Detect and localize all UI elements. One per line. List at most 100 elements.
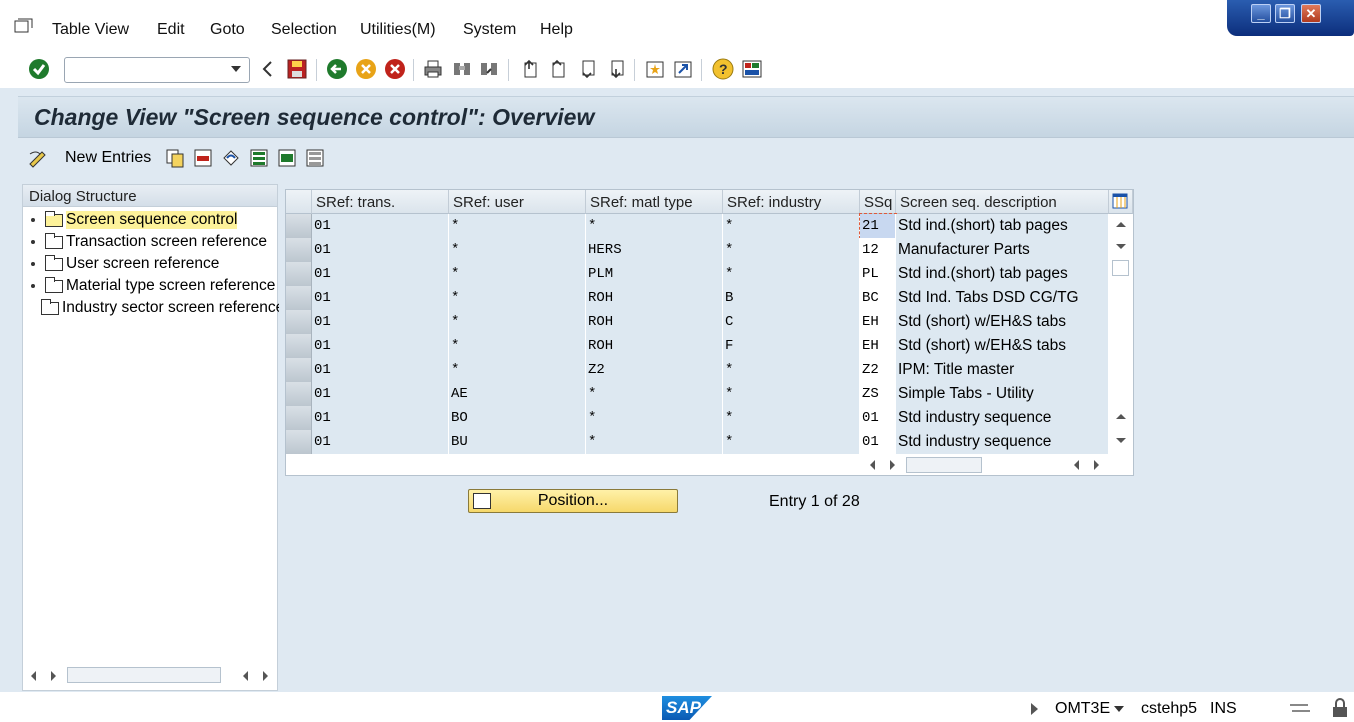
- table-horizontal-scrollbar[interactable]: [860, 454, 1110, 476]
- table-cell: Std (short) w/EH&S tabs: [896, 334, 1109, 358]
- table-cell[interactable]: ZS: [860, 382, 896, 406]
- menu-table-view[interactable]: Table View: [52, 21, 129, 39]
- scroll-right-icon[interactable]: [51, 671, 56, 681]
- table-cell[interactable]: 01: [860, 406, 896, 430]
- table-cell: BU: [449, 430, 586, 454]
- lock-icon[interactable]: [1330, 698, 1352, 718]
- table-cell[interactable]: 21: [859, 213, 897, 239]
- scroll-up-icon[interactable]: [1116, 222, 1126, 227]
- enter-icon[interactable]: [28, 58, 50, 80]
- row-selector[interactable]: [286, 334, 312, 358]
- tree-item-transaction-screen-reference[interactable]: Transaction screen reference: [31, 231, 279, 253]
- row-selector[interactable]: [286, 358, 312, 382]
- change-display-icon[interactable]: [28, 147, 50, 169]
- status-mode[interactable]: INS: [1210, 700, 1237, 718]
- back-arrow-icon[interactable]: [257, 58, 279, 80]
- exit-icon[interactable]: [355, 58, 377, 80]
- undo-change-icon[interactable]: [220, 147, 242, 169]
- row-selector[interactable]: [286, 382, 312, 406]
- menu-help[interactable]: Help: [540, 21, 573, 39]
- status-dropdown-icon[interactable]: [1114, 706, 1124, 712]
- minimize-icon[interactable]: _: [1251, 4, 1271, 23]
- row-selector[interactable]: [286, 262, 312, 286]
- create-session-icon[interactable]: [644, 58, 666, 80]
- table-cell[interactable]: 01: [860, 430, 896, 454]
- table-cell[interactable]: EH: [860, 334, 896, 358]
- column-header-sref-trans[interactable]: SRef: trans.: [312, 190, 449, 214]
- table-settings-icon[interactable]: [1109, 190, 1133, 214]
- first-page-icon[interactable]: [518, 58, 540, 80]
- shortcut-icon[interactable]: [672, 58, 694, 80]
- column-header-description[interactable]: Screen seq. description: [896, 190, 1109, 214]
- scroll-left-icon[interactable]: [1074, 460, 1079, 470]
- menu-goto[interactable]: Goto: [210, 21, 245, 39]
- table-vertical-scrollbar[interactable]: [1109, 214, 1133, 454]
- menu-system[interactable]: System: [463, 21, 516, 39]
- command-dropdown-icon[interactable]: [231, 66, 241, 72]
- menu-edit[interactable]: Edit: [157, 21, 185, 39]
- menu-utilities[interactable]: Utilities(M): [360, 21, 436, 39]
- row-selector[interactable]: [286, 310, 312, 334]
- restore-icon[interactable]: ❐: [1275, 4, 1295, 23]
- print-icon[interactable]: [422, 58, 444, 80]
- row-selector[interactable]: [286, 214, 312, 238]
- entry-counter: Entry 1 of 28: [769, 493, 860, 510]
- find-next-icon[interactable]: [478, 58, 500, 80]
- new-entries-button[interactable]: New Entries: [65, 149, 151, 167]
- scroll-left-icon[interactable]: [31, 671, 36, 681]
- status-transaction[interactable]: OMT3E: [1055, 700, 1110, 718]
- scroll-right-icon[interactable]: [1094, 460, 1099, 470]
- deselect-all-icon[interactable]: [304, 147, 326, 169]
- delete-icon[interactable]: [192, 147, 214, 169]
- table-cell: *: [586, 214, 723, 238]
- tree-horizontal-scrollbar[interactable]: [23, 660, 277, 690]
- menu-selection[interactable]: Selection: [271, 21, 337, 39]
- position-button[interactable]: Position...: [468, 489, 678, 513]
- scroll-left-icon[interactable]: [870, 460, 875, 470]
- scroll-right-icon[interactable]: [890, 460, 895, 470]
- table-cell[interactable]: 12: [860, 238, 896, 262]
- close-icon[interactable]: ✕: [1301, 4, 1321, 23]
- select-all-icon[interactable]: [248, 147, 270, 169]
- customize-layout-icon[interactable]: [741, 58, 763, 80]
- table-cell[interactable]: BC: [860, 286, 896, 310]
- copy-as-icon[interactable]: [164, 147, 186, 169]
- command-field[interactable]: [64, 57, 250, 83]
- status-expand-icon[interactable]: [1031, 703, 1038, 715]
- tree-item-screen-sequence-control[interactable]: Screen sequence control: [31, 209, 279, 231]
- table-cell[interactable]: PL: [860, 262, 896, 286]
- column-header-sref-industry[interactable]: SRef: industry: [723, 190, 860, 214]
- last-page-icon[interactable]: [605, 58, 627, 80]
- tree-item-industry-sector-screen-reference[interactable]: Industry sector screen reference: [31, 297, 279, 319]
- table-cell[interactable]: EH: [860, 310, 896, 334]
- row-selector[interactable]: [286, 238, 312, 262]
- previous-page-icon[interactable]: [546, 58, 568, 80]
- table-cell[interactable]: Z2: [860, 358, 896, 382]
- back-icon[interactable]: [326, 58, 348, 80]
- scroll-up-icon[interactable]: [1116, 414, 1126, 419]
- scroll-thumb[interactable]: [906, 457, 982, 473]
- table-cell: *: [723, 214, 860, 238]
- help-icon[interactable]: ?: [712, 58, 734, 80]
- tree-item-user-screen-reference[interactable]: User screen reference: [31, 253, 279, 275]
- cancel-icon[interactable]: [384, 58, 406, 80]
- row-selector[interactable]: [286, 430, 312, 454]
- scroll-thumb[interactable]: [1112, 260, 1129, 276]
- select-all-rows-button[interactable]: [286, 190, 312, 214]
- tree-item-material-type-screen-reference[interactable]: Material type screen reference: [31, 275, 279, 297]
- scroll-down-icon[interactable]: [1116, 438, 1126, 443]
- row-selector[interactable]: [286, 286, 312, 310]
- save-icon[interactable]: [286, 58, 308, 80]
- select-block-icon[interactable]: [276, 147, 298, 169]
- find-icon[interactable]: [451, 58, 473, 80]
- system-menu-icon[interactable]: [14, 18, 34, 34]
- scroll-down-icon[interactable]: [1116, 244, 1126, 249]
- column-header-sref-user[interactable]: SRef: user: [449, 190, 586, 214]
- column-header-sref-matl-type[interactable]: SRef: matl type: [586, 190, 723, 214]
- scroll-left-icon[interactable]: [243, 671, 248, 681]
- next-page-icon[interactable]: [576, 58, 598, 80]
- scroll-thumb[interactable]: [67, 667, 221, 683]
- column-header-ssq[interactable]: SSq: [860, 190, 896, 214]
- scroll-right-icon[interactable]: [263, 671, 268, 681]
- row-selector[interactable]: [286, 406, 312, 430]
